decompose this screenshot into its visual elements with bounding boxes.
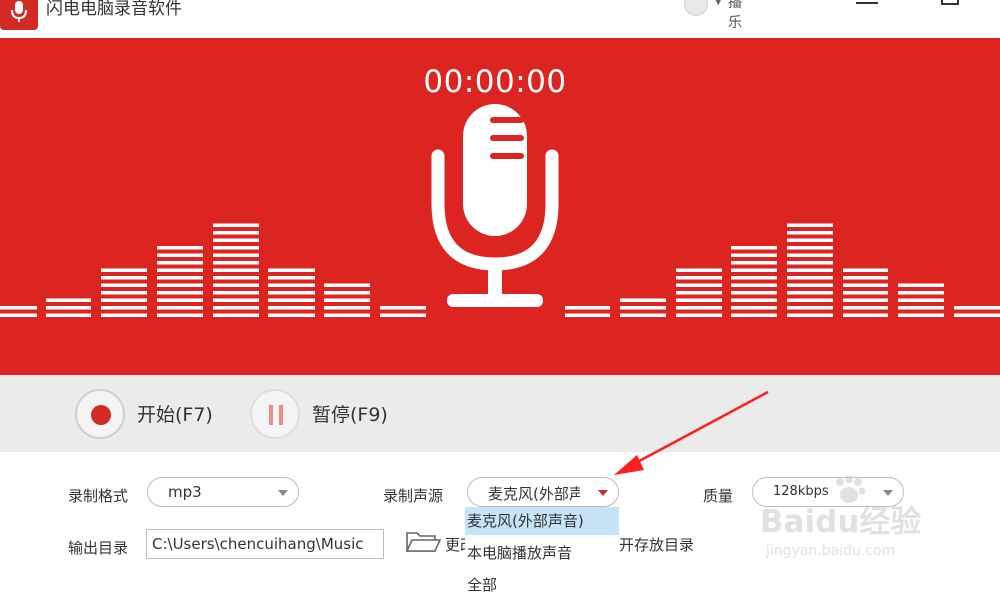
- watermark-brand: Baidu经验: [760, 504, 922, 540]
- baidu-watermark: Baidu经验 jingyan.baidu.com: [760, 470, 1000, 583]
- watermark-url: jingyan.baidu.com: [766, 543, 896, 559]
